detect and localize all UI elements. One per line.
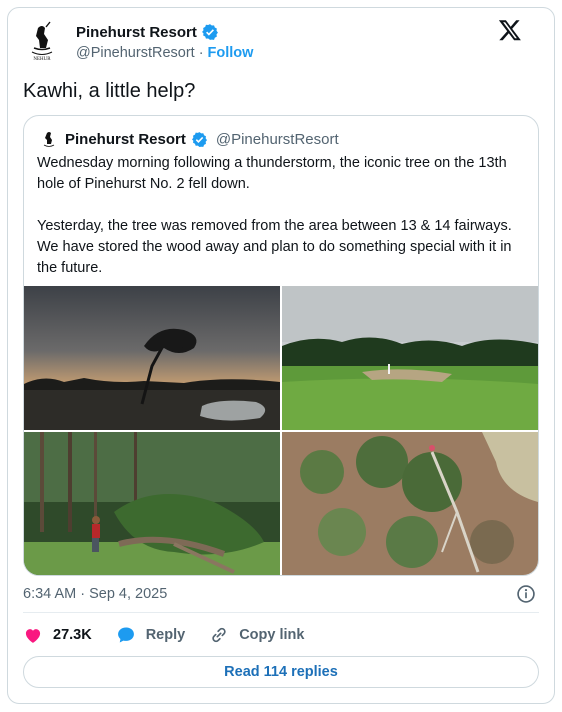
tweet-text: Kawhi, a little help? [23,80,196,102]
reply-button[interactable]: Reply [116,625,186,645]
fairway-green-photo[interactable] [282,286,538,430]
read-replies-button[interactable]: Read 114 replies [23,656,539,688]
separator-dot: · [198,45,204,61]
quoted-paragraph-2: Yesterday, the tree was removed from the… [37,218,512,276]
reply-bubble-icon [117,627,134,643]
heart-icon [25,629,41,643]
svg-text:NEHUR: NEHUR [33,57,51,62]
copy-link-button[interactable]: Copy link [209,625,304,645]
verified-badge-icon [201,24,218,40]
author-handle[interactable]: @PinehurstResort [76,45,195,61]
tree-sunrise-photo[interactable] [24,286,280,430]
info-icon[interactable] [516,584,536,604]
like-button[interactable]: 27.3K [23,625,92,645]
verified-badge-icon [191,131,207,147]
x-logo-icon[interactable] [498,18,522,42]
fallen-tree-aerial-photo[interactable] [282,432,538,575]
link-icon [212,627,226,643]
media-grid [24,286,538,575]
quoted-author-handle: @PinehurstResort [215,130,339,148]
tweet-header: NEHUR Pinehurst Resort @PinehurstResort … [20,18,540,66]
copy-link-label: Copy link [239,627,305,643]
action-bar: 27.3K Reply Copy link [23,624,328,646]
quoted-tweet[interactable]: Pinehurst Resort @PinehurstResort Wednes… [23,115,539,576]
post-timestamp[interactable]: 6:34 AM · Sep 4, 2025 [23,586,167,602]
like-count: 27.3K [53,627,92,643]
author-name[interactable]: Pinehurst Resort [76,24,197,41]
tree-removal-photo[interactable] [24,432,280,575]
quoted-paragraph-1: Wednesday morning following a thundersto… [37,155,507,192]
reply-label: Reply [145,627,186,643]
quoted-text: Wednesday morning following a thundersto… [37,153,527,279]
avatar[interactable]: NEHUR [20,18,64,62]
pinehurst-logo-icon: NEHUR [21,19,63,62]
follow-button[interactable]: Follow [208,45,254,61]
quoted-author-name: Pinehurst Resort [65,130,186,148]
quoted-avatar [38,128,60,150]
divider [23,612,539,613]
